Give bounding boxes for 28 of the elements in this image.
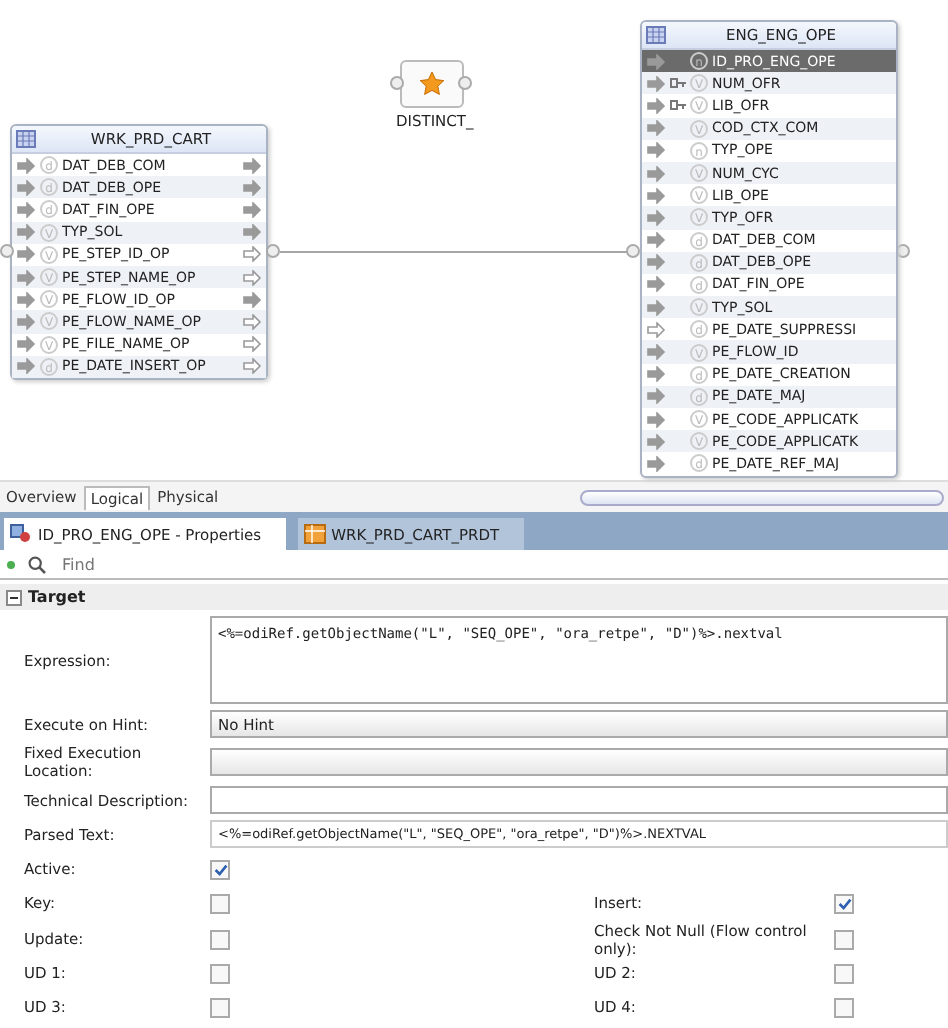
star-icon [418, 70, 446, 98]
checkbox[interactable] [210, 929, 230, 950]
checkbox[interactable] [210, 859, 230, 880]
table-icon [16, 130, 36, 148]
dropdown[interactable] [210, 748, 948, 776]
properties-icon [10, 524, 32, 544]
table-icon [303, 524, 326, 544]
checkbox[interactable] [210, 893, 230, 914]
port-icon[interactable] [0, 244, 14, 258]
port-icon[interactable] [390, 76, 404, 90]
status-dot-icon [6, 559, 16, 569]
port-icon[interactable] [626, 244, 640, 258]
checkbox[interactable] [210, 997, 230, 1018]
section-title: Target [28, 588, 86, 606]
checkbox[interactable] [834, 963, 854, 984]
checkbox[interactable] [834, 893, 854, 914]
checkbox[interactable] [834, 929, 854, 950]
table-icon [646, 26, 666, 44]
checkbox[interactable] [210, 963, 230, 984]
checkbox[interactable] [834, 997, 854, 1018]
port-icon[interactable] [458, 76, 472, 90]
text-field[interactable] [210, 786, 948, 814]
scrollbar[interactable] [580, 489, 944, 505]
collapse-icon[interactable] [6, 589, 22, 605]
search-icon [28, 555, 46, 573]
distinct-node[interactable] [400, 60, 464, 108]
port-icon[interactable] [266, 244, 280, 258]
target-table-node[interactable] [640, 20, 898, 478]
